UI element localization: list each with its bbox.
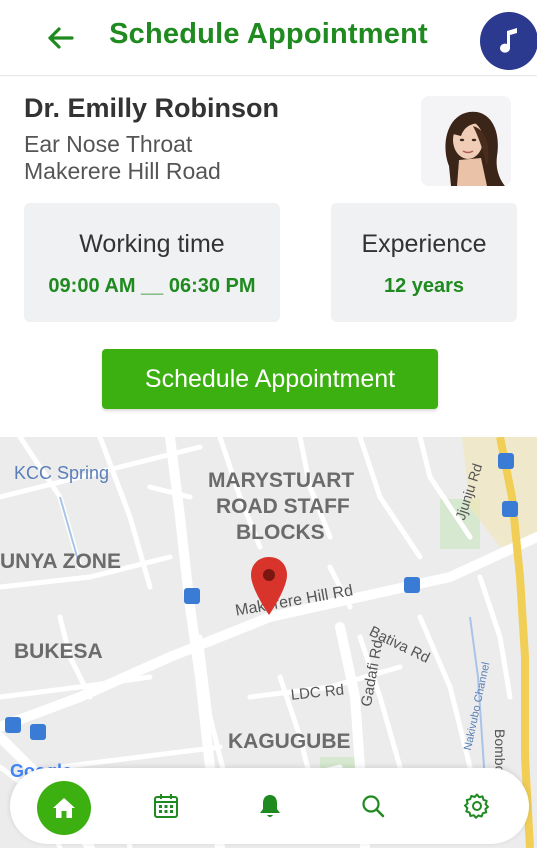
bell-icon: [260, 795, 280, 817]
working-time-title: Working time: [79, 230, 225, 258]
doctor-specialty: Ear Nose Throat: [24, 131, 193, 157]
settings-icon: [464, 793, 489, 819]
nav-calendar[interactable]: [141, 781, 191, 831]
doctor-card: Dr. Emilly Robinson Ear Nose Throat Make…: [0, 77, 537, 437]
doctor-address: Makerere Hill Road: [24, 158, 221, 184]
map-label-kagugube: KAGUGUBE: [228, 730, 351, 753]
experience-box: Experience 12 years: [331, 203, 517, 322]
nav-home[interactable]: [37, 781, 91, 835]
music-button[interactable]: [480, 12, 537, 70]
search-icon: [362, 795, 385, 818]
calendar-icon: [154, 794, 178, 818]
bottom-navigation: [10, 768, 529, 844]
doctor-name: Dr. Emilly Robinson: [24, 93, 280, 123]
map-label-marystuart-2: ROAD STAFF: [216, 495, 350, 518]
nav-notifications[interactable]: [245, 781, 295, 831]
nav-search[interactable]: [348, 781, 398, 831]
experience-value: 12 years: [383, 275, 465, 297]
nav-settings[interactable]: [452, 781, 502, 831]
page-title: Schedule Appointment: [109, 18, 428, 50]
app-header: Schedule Appointment: [0, 0, 537, 76]
map-label-unya-zone: UNYA ZONE: [0, 550, 121, 573]
working-time-value: 09:00 AM __ 06:30 PM: [48, 275, 256, 297]
experience-title: Experience: [361, 230, 487, 258]
working-time-box: Working time 09:00 AM __ 06:30 PM: [24, 203, 280, 322]
music-note-icon: [500, 28, 517, 53]
map-label-marystuart-1: MARYSTUART: [208, 469, 355, 492]
doctor-avatar: [421, 96, 511, 186]
map-label-kcc-spring: KCC Spring: [14, 463, 110, 483]
map-label-bukesa: BUKESA: [14, 640, 103, 663]
schedule-appointment-button[interactable]: Schedule Appointment: [102, 349, 438, 409]
map-pin-icon[interactable]: [249, 555, 289, 617]
map-label-marystuart-3: BLOCKS: [236, 521, 325, 544]
home-icon: [53, 798, 75, 818]
